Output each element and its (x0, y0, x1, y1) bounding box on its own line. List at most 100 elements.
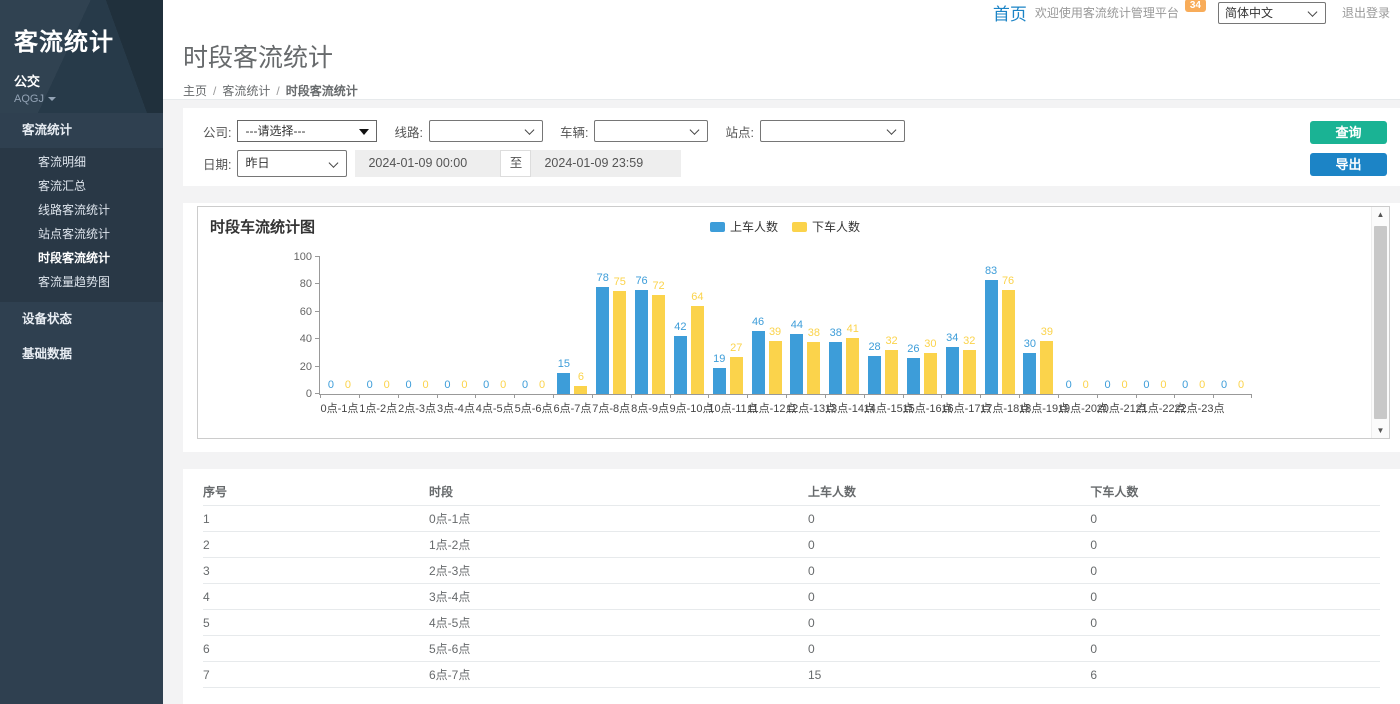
sidebar-subitem[interactable]: 客流量趋势图 (0, 270, 163, 294)
table-cell: 0 (808, 636, 1090, 662)
sidebar-subitem[interactable]: 客流明细 (0, 150, 163, 174)
bar-slot: 76 (635, 257, 648, 394)
bar-slot: 0 (1079, 257, 1092, 394)
bar (790, 334, 803, 394)
scrollbar-up-arrow[interactable]: ▲ (1372, 207, 1389, 222)
bar (1040, 341, 1053, 394)
bar (691, 306, 704, 394)
sidebar-profile: 客流统计 公交 AQGJ (0, 0, 163, 113)
breadcrumb-item[interactable]: 客流统计 (222, 84, 270, 98)
x-axis-tick (1213, 394, 1214, 398)
date-from-input[interactable]: 2024-01-09 00:00 (355, 150, 500, 177)
date-to-input[interactable]: 2024-01-09 23:59 (531, 150, 681, 177)
x-axis-label: 0点-1点 (320, 400, 359, 416)
content: 公司: ---请选择--- 线路: 车辆: 站点: 日期: 昨日 (163, 100, 1400, 704)
sidebar-item-passenger-stats[interactable]: 客流统计 (0, 113, 163, 148)
bar-value-label: 0 (500, 380, 506, 391)
table-cell: 7 (203, 662, 429, 688)
sidebar-subitem[interactable]: 时段客流统计 (0, 246, 163, 270)
bar-value-label: 42 (674, 322, 686, 333)
table-row: 76点-7点156 (203, 662, 1380, 688)
date-label: 日期: (203, 154, 231, 173)
legend-item[interactable]: 上车人数 (710, 218, 778, 235)
bar-slot: 78 (596, 257, 609, 394)
bar-group: 1927 (708, 257, 747, 394)
bar-value-label: 46 (752, 317, 764, 328)
bar-value-label: 6 (578, 372, 584, 383)
bar (985, 280, 998, 394)
bar (868, 356, 881, 394)
query-button[interactable]: 查询 (1310, 121, 1387, 144)
bar (963, 350, 976, 394)
bar-group: 7672 (631, 257, 670, 394)
bar-value-label: 0 (444, 380, 450, 391)
bar (907, 358, 920, 394)
company-select[interactable]: ---请选择--- (237, 120, 377, 142)
bar-slot: 30 (924, 257, 937, 394)
date-preset-select[interactable]: 昨日 (237, 150, 347, 177)
bar-slot: 32 (963, 257, 976, 394)
bar-slot: 0 (519, 257, 532, 394)
x-axis-label: 11点-12点 (747, 400, 786, 416)
bar-slot: 26 (907, 257, 920, 394)
main-area: 首页 欢迎使用客流统计管理平台 34 简体中文 退出登录 时段客流统计 主页/客… (163, 0, 1400, 704)
table-row: 32点-3点00 (203, 558, 1380, 584)
x-axis-label: 3点-4点 (437, 400, 476, 416)
bar-slot: 0 (402, 257, 415, 394)
line-select[interactable] (429, 120, 543, 142)
legend-item[interactable]: 下车人数 (792, 218, 860, 235)
bar-group: 00 (514, 257, 553, 394)
sidebar-item[interactable]: 基础数据 (0, 337, 163, 372)
home-link[interactable]: 首页 (993, 0, 1027, 25)
sidebar: 客流统计 公交 AQGJ 客流统计 客流明细客流汇总线路客流统计站点客流统计时段… (0, 0, 163, 704)
table-cell: 2点-3点 (429, 558, 808, 584)
bar-slot: 0 (1218, 257, 1231, 394)
bar-value-label: 78 (597, 273, 609, 284)
table-column-header: 序号 (203, 477, 429, 506)
sidebar-nav: 客流统计 客流明细客流汇总线路客流统计站点客流统计时段客流统计客流量趋势图 设备… (0, 113, 163, 372)
bar-slot: 0 (1118, 257, 1131, 394)
breadcrumb-item[interactable]: 时段客流统计 (286, 84, 358, 98)
language-select[interactable]: 简体中文 (1218, 2, 1326, 24)
export-button[interactable]: 导出 (1310, 153, 1387, 176)
user-dropdown[interactable]: AQGJ (0, 90, 163, 105)
bar-value-label: 75 (614, 277, 626, 288)
scrollbar-thumb[interactable] (1374, 226, 1387, 419)
sidebar-subitem[interactable]: 线路客流统计 (0, 198, 163, 222)
bar (807, 342, 820, 394)
bar-slot: 0 (1101, 257, 1114, 394)
bar (1002, 290, 1015, 394)
y-axis-label: 40 (278, 332, 312, 346)
line-label: 线路: (394, 122, 422, 141)
vehicle-select[interactable] (594, 120, 708, 142)
bar (1023, 353, 1036, 394)
table-cell: 6 (203, 636, 429, 662)
chart-container: 时段车流统计图 上车人数下车人数 020406080100000点-1点001点… (197, 206, 1390, 439)
bar-value-label: 0 (1221, 380, 1227, 391)
date-range-separator: 至 (500, 150, 531, 177)
bar (635, 290, 648, 394)
bar-value-label: 0 (483, 380, 489, 391)
table-cell: 0 (1090, 584, 1380, 610)
table-row: 65点-6点00 (203, 636, 1380, 662)
x-axis-label: 1点-2点 (359, 400, 398, 416)
bar-slot: 64 (691, 257, 704, 394)
y-axis-label: 60 (278, 305, 312, 319)
bar-slot: 0 (1196, 257, 1209, 394)
sidebar-subitem[interactable]: 站点客流统计 (0, 222, 163, 246)
table-cell: 0 (808, 506, 1090, 532)
bar-value-label: 0 (1143, 380, 1149, 391)
bar (674, 336, 687, 394)
bar-slot: 41 (846, 257, 859, 394)
page-heading: 时段客流统计 主页/客流统计/时段客流统计 (163, 25, 1400, 100)
bar-slot: 44 (790, 257, 803, 394)
sidebar-subitem[interactable]: 客流汇总 (0, 174, 163, 198)
breadcrumb-item[interactable]: 主页 (183, 84, 207, 98)
scrollbar-down-arrow[interactable]: ▼ (1372, 423, 1389, 438)
sidebar-item[interactable]: 设备状态 (0, 302, 163, 337)
station-select[interactable] (760, 120, 905, 142)
legend-marker (710, 222, 725, 232)
table-cell: 0 (1090, 610, 1380, 636)
logout-link[interactable]: 退出登录 (1342, 4, 1390, 21)
station-label: 站点: (725, 122, 753, 141)
